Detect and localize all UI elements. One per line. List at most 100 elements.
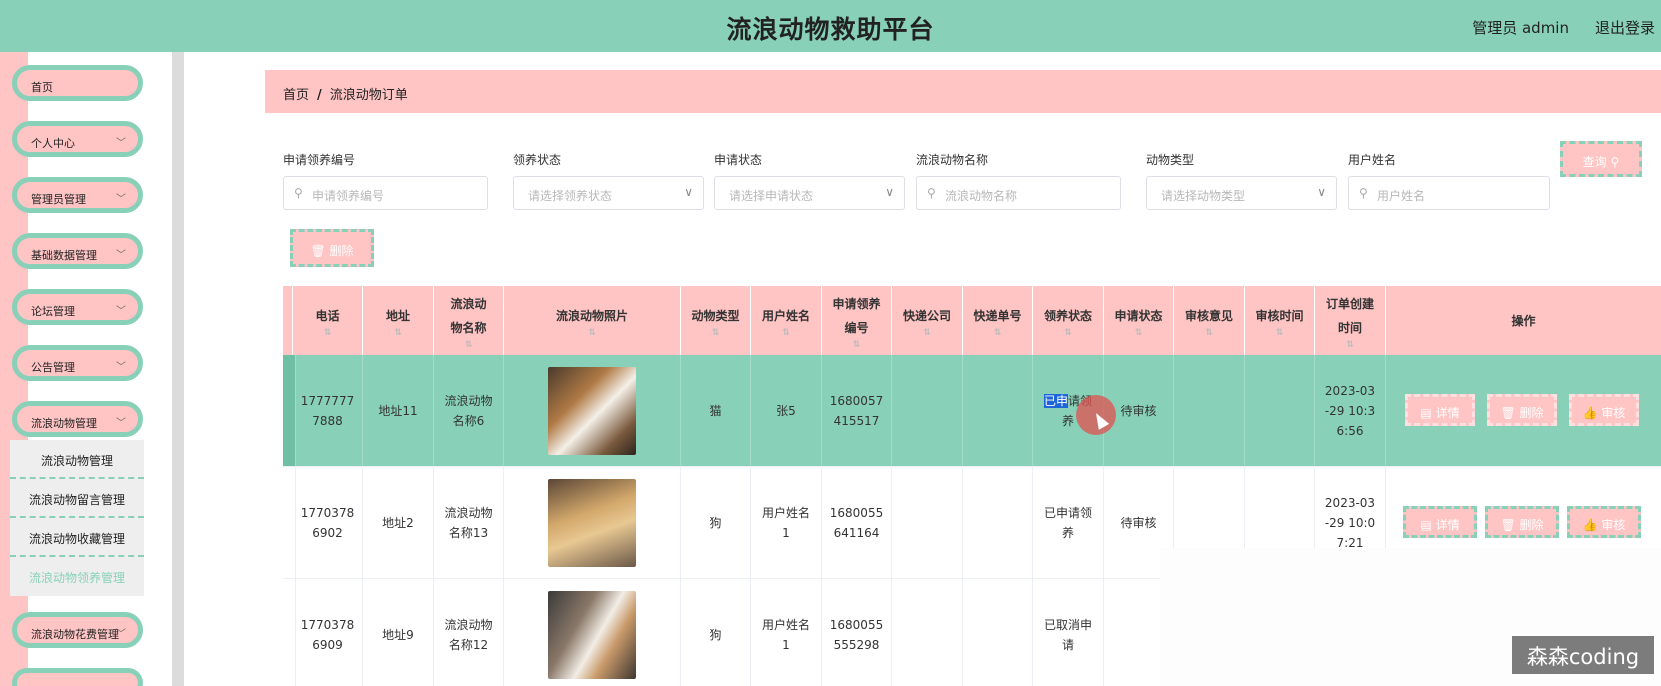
th-created[interactable]: 订单创建时间 ⇅ [1315,286,1386,355]
th-address[interactable]: 地址 ⇅ [363,286,434,355]
sidebar-item-more[interactable] [12,668,143,686]
th-label: 领养状态 [1043,308,1092,323]
animal-name-placeholder: 流浪动物名称 [945,189,1018,203]
chevron-down-icon: ﹀ [116,306,126,317]
animal-name-input[interactable]: ⚲ 流浪动物名称 [916,176,1121,210]
cell-review-time [1245,355,1315,466]
submenu-item-stray-animal[interactable]: 流浪动物管理 [10,440,144,479]
th-review[interactable]: 审核意见 ⇅ [1174,286,1245,355]
th-photo[interactable]: 流浪动物照片 ⇅ [504,286,681,355]
table-row[interactable]: 17777777888 地址11 流浪动物名称6 猫 张5 1680057415… [283,355,1661,467]
sort-icon: ⇅ [1205,327,1213,338]
adopt-status-select[interactable]: 请选择领养状态 ∨ [513,176,704,210]
sidebar-item-home[interactable]: 首页 [12,65,143,101]
query-button[interactable]: 查询 ⚲ [1560,141,1642,177]
th-apply-status[interactable]: 申请状态 ⇅ [1104,286,1174,355]
apply-code-input[interactable]: ⚲ 申请领养编号 [283,176,488,210]
breadcrumb-home[interactable]: 首页 [283,88,309,103]
th-phone[interactable]: 电话 ⇅ [293,286,363,355]
breadcrumb-current: 流浪动物订单 [329,88,408,103]
apply-status-select[interactable]: 请选择申请状态 ∨ [714,176,905,210]
sidebar-item-basic-data[interactable]: 基础数据管理 ﹀ [12,233,143,269]
audit-label: 审核 [1601,518,1626,532]
th-courier[interactable]: 快递公司 ⇅ [892,286,963,355]
th-label: 流浪动物名称 [450,296,487,335]
th-label: 动物类型 [691,308,740,323]
chevron-down-icon: ﹀ [116,418,126,429]
th-animal-type[interactable]: 动物类型 ⇅ [681,286,751,355]
trash-icon: 🗑 [1500,406,1516,420]
sidebar-item-admin[interactable]: 管理员管理 ﹀ [12,177,143,213]
th-label: 申请领养编号 [832,296,881,335]
sidebar-item-notice[interactable]: 公告管理 ﹀ [12,345,143,381]
chevron-down-icon: ﹀ [116,629,126,640]
cell-address: 地址9 [363,579,434,686]
apply-code-placeholder: 申请领养编号 [312,189,385,203]
cell-created: 2023-03-29 10:36:56 [1315,355,1386,466]
chevron-down-icon: ∨ [684,185,693,199]
table-header: 电话 ⇅ 地址 ⇅ 流浪动物名称 ⇅ 流浪动物照片 ⇅ 动物类型 ⇅ 用户姓名 ⇅ 申请领养… [283,286,1661,355]
th-label: 订单创建时间 [1325,296,1374,335]
th-apply-code[interactable]: 申请领养编号 ⇅ [822,286,892,355]
th-select[interactable] [283,286,293,355]
detail-button[interactable]: ▤ 详情 [1405,394,1475,426]
document-icon: ▤ [1420,518,1432,532]
cell-animal-type: 狗 [681,467,751,578]
batch-delete-label: 删除 [329,244,354,258]
batch-delete-button[interactable]: 🗑 删除 [290,229,374,267]
admin-label: 管理员 admin [1472,19,1569,37]
sort-icon: ⇅ [993,327,1002,338]
detail-button[interactable]: ▤ 详情 [1403,506,1477,538]
th-label: 快递单号 [973,308,1022,323]
th-animal-name[interactable]: 流浪动物名称 ⇅ [434,286,504,355]
cell-address: 地址2 [363,467,434,578]
cell-apply-code: 1680055555298 [822,579,892,686]
cell-tracking [963,467,1033,578]
logout-link[interactable]: 退出登录 [1595,17,1655,38]
th-review-time[interactable]: 审核时间 ⇅ [1245,286,1315,355]
label-adopt-status: 领养状态 [513,153,562,167]
user-name-input[interactable]: ⚲ 用户姓名 [1348,176,1550,210]
cell-apply-code: 1680055641164 [822,467,892,578]
detail-label: 详情 [1435,518,1460,532]
sidebar-item-forum[interactable]: 论坛管理 ﹀ [12,289,143,325]
top-header: 流浪动物救助平台 管理员 admin 退出登录 [0,0,1661,52]
breadcrumb: 首页 / 流浪动物订单 [265,70,1661,113]
sidebar-scrollbar[interactable] [172,52,184,686]
submenu-item-adoption[interactable]: 流浪动物领养管理 [10,557,144,596]
th-actions: 操作 [1386,286,1661,355]
delete-button[interactable]: 🗑 删除 [1487,394,1557,426]
submenu-item-messages[interactable]: 流浪动物留言管理 [10,479,144,518]
label-apply-code: 申请领养编号 [283,153,356,167]
sort-icon: ⇅ [394,327,402,338]
sort-icon: ⇅ [782,327,790,338]
sidebar-item-personal[interactable]: 个人中心 ﹀ [12,121,143,157]
cell-actions: ▤ 详情 🗑 删除 👍 审核 [1386,355,1661,466]
delete-label: 删除 [1519,518,1544,532]
th-tracking[interactable]: 快递单号 ⇅ [963,286,1033,355]
sort-icon: ⇅ [588,327,596,338]
user-name-placeholder: 用户姓名 [1377,189,1426,203]
submenu-item-favorites[interactable]: 流浪动物收藏管理 [10,518,144,557]
th-adopt-status[interactable]: 领养状态 ⇅ [1033,286,1104,355]
animal-photo[interactable] [548,590,636,679]
apply-status-placeholder: 请选择申请状态 [729,189,814,203]
audit-button[interactable]: 👍 审核 [1569,394,1639,426]
adopt-status-placeholder: 请选择领养状态 [528,189,613,203]
animal-photo[interactable] [548,366,636,455]
delete-button[interactable]: 🗑 删除 [1485,506,1559,538]
animal-photo[interactable] [548,478,636,567]
trash-icon: 🗑 [310,244,326,258]
cell-photo [504,355,681,466]
breadcrumb-separator: / [317,88,322,103]
sort-icon: ⇅ [464,339,473,350]
cell-user-name: 用户姓名1 [751,467,822,578]
cell-user-name: 用户姓名1 [751,579,822,686]
sidebar-item-label: 基础数据管理 [31,249,97,262]
audit-button[interactable]: 👍 审核 [1567,506,1641,538]
th-user-name[interactable]: 用户姓名 ⇅ [751,286,822,355]
th-label: 电话 [315,308,340,323]
sidebar-item-costs[interactable]: 流浪动物花费管理 ﹀ [12,612,143,648]
sidebar-item-stray-animals[interactable]: 流浪动物管理 ﹀ [12,401,143,437]
animal-type-select[interactable]: 请选择动物类型 ∨ [1146,176,1337,210]
